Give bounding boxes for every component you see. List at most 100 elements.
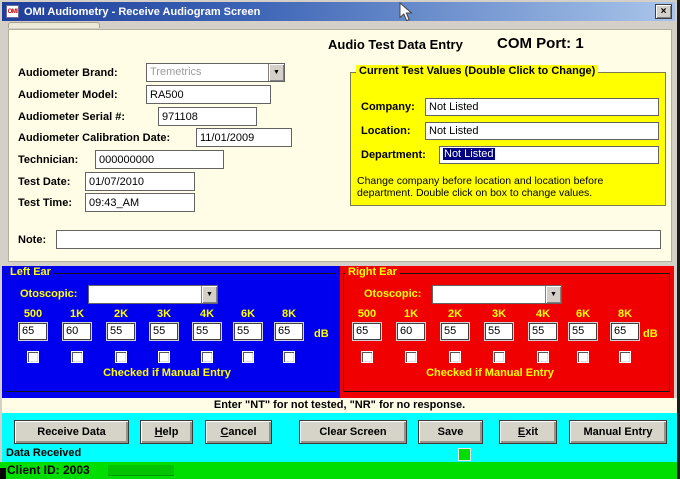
right-ear-threshold-input-8k[interactable]: 65 (610, 322, 640, 341)
app-window: OMI OMI Audiometry - Receive Audiogram S… (0, 0, 680, 479)
right-manual-entry-checkbox-1k[interactable] (405, 351, 417, 363)
department-label: Department: (361, 149, 426, 161)
left-freq-label-3k: 3K (149, 308, 179, 320)
cancel-button[interactable]: Cancel (205, 420, 272, 444)
chevron-down-icon: ▼ (545, 286, 561, 303)
left-ear-threshold-input-4k[interactable]: 55 (192, 322, 222, 341)
technician-label: Technician: (18, 154, 78, 166)
right-manual-entry-checkbox-6k[interactable] (577, 351, 589, 363)
left-manual-entry-checkbox-4k[interactable] (201, 351, 213, 363)
window-title: OMI Audiometry - Receive Audiogram Scree… (24, 6, 260, 18)
audiometer-model-input[interactable] (146, 85, 271, 104)
mouse-cursor-icon (399, 2, 413, 28)
close-icon: × (661, 6, 667, 17)
left-freq-label-6k: 6K (233, 308, 263, 320)
department-selected-text: Not Listed (443, 148, 495, 160)
right-ear-threshold-input-1k[interactable]: 60 (396, 322, 426, 341)
com-port-label: COM Port: 1 (497, 35, 584, 52)
help-button[interactable]: Help (140, 420, 193, 444)
left-ear-panel: Left Ear Otoscopic: ▼ 500 1K 2K 3K 4K 6K… (2, 266, 340, 398)
right-ear-threshold-input-500[interactable]: 65 (352, 322, 382, 341)
right-freq-label-2k: 2K (440, 308, 470, 320)
receive-data-button[interactable]: Receive Data (14, 420, 129, 444)
right-otoscopic-select[interactable]: ▼ (432, 285, 562, 304)
audiometer-brand-select[interactable]: Tremetrics ▼ (146, 63, 285, 82)
close-button[interactable]: × (655, 4, 672, 19)
right-freq-label-1k: 1K (396, 308, 426, 320)
left-freq-label-2k: 2K (106, 308, 136, 320)
company-input[interactable] (425, 98, 659, 116)
left-manual-entry-checkbox-6k[interactable] (242, 351, 254, 363)
left-freq-label-500: 500 (18, 308, 48, 320)
current-test-values-title: Current Test Values (Double Click to Cha… (356, 65, 598, 77)
left-otoscopic-label: Otoscopic: (20, 288, 77, 300)
right-freq-label-4k: 4K (528, 308, 558, 320)
left-manual-entry-checkbox-2k[interactable] (115, 351, 127, 363)
right-ear-threshold-input-6k[interactable]: 55 (568, 322, 598, 341)
test-time-input[interactable] (85, 193, 195, 212)
left-manual-entry-checkbox-500[interactable] (27, 351, 39, 363)
location-input[interactable] (425, 122, 659, 140)
left-ear-threshold-input-3k[interactable]: 55 (149, 322, 179, 341)
data-received-indicator (458, 448, 471, 461)
clear-screen-button[interactable]: Clear Screen (299, 420, 407, 444)
note-label: Note: (18, 234, 46, 246)
status-bar: Client ID: 2003 (0, 462, 677, 479)
test-date-input[interactable] (85, 172, 195, 191)
right-ear-threshold-input-4k[interactable]: 55 (528, 322, 558, 341)
right-ear-title: Right Ear (345, 266, 400, 278)
right-manual-entry-checkbox-3k[interactable] (493, 351, 505, 363)
right-freq-label-6k: 6K (568, 308, 598, 320)
calibration-date-label: Audiometer Calibration Date: (18, 132, 170, 144)
note-input[interactable] (56, 230, 661, 249)
right-freq-label-3k: 3K (484, 308, 514, 320)
exit-button[interactable]: Exit (499, 420, 557, 444)
client-name-redaction (108, 465, 174, 476)
right-ear-threshold-input-2k[interactable]: 55 (440, 322, 470, 341)
left-freq-label-8k: 8K (274, 308, 304, 320)
calibration-date-input[interactable] (196, 128, 292, 147)
left-ear-threshold-input-500[interactable]: 65 (18, 322, 48, 341)
left-otoscopic-select[interactable]: ▼ (88, 285, 218, 304)
location-label: Location: (361, 125, 411, 137)
chevron-down-icon: ▼ (268, 64, 284, 81)
left-ear-title: Left Ear (7, 266, 54, 278)
department-input[interactable]: Not Listed (439, 146, 659, 164)
footer-bar: Receive Data Help Cancel Clear Screen Sa… (2, 413, 677, 462)
save-button[interactable]: Save (418, 420, 483, 444)
client-id-label: Client ID: 2003 (7, 463, 90, 477)
right-manual-entry-checkbox-8k[interactable] (619, 351, 631, 363)
manual-entry-button[interactable]: Manual Entry (569, 420, 667, 444)
audiometer-model-label: Audiometer Model: (18, 89, 118, 101)
right-ear-threshold-input-3k[interactable]: 55 (484, 322, 514, 341)
right-manual-entry-checkbox-4k[interactable] (537, 351, 549, 363)
left-ear-threshold-input-2k[interactable]: 55 (106, 322, 136, 341)
left-manual-entry-checkbox-8k[interactable] (283, 351, 295, 363)
right-freq-label-8k: 8K (610, 308, 640, 320)
left-manual-entry-checkbox-3k[interactable] (158, 351, 170, 363)
left-manual-entry-checkbox-1k[interactable] (71, 351, 83, 363)
right-manual-entry-checkbox-2k[interactable] (449, 351, 461, 363)
left-ear-threshold-input-6k[interactable]: 55 (233, 322, 263, 341)
right-freq-label-500: 500 (352, 308, 382, 320)
left-freq-label-1k: 1K (62, 308, 92, 320)
left-ear-threshold-input-8k[interactable]: 65 (274, 322, 304, 341)
background-window-fragment (8, 22, 100, 28)
right-db-label: dB (643, 328, 658, 340)
change-order-hint: Change company before location and locat… (357, 175, 657, 199)
left-otoscopic-value (89, 286, 201, 303)
right-otoscopic-label: Otoscopic: (364, 288, 421, 300)
left-ear-threshold-input-1k[interactable]: 60 (62, 322, 92, 341)
chevron-down-icon: ▼ (201, 286, 217, 303)
window-bottom-left-edge (0, 468, 6, 479)
right-manual-entry-checkbox-500[interactable] (361, 351, 373, 363)
data-received-label: Data Received (6, 447, 81, 459)
technician-input[interactable] (95, 150, 224, 169)
audiometer-brand-label: Audiometer Brand: (18, 67, 118, 79)
company-label: Company: (361, 101, 415, 113)
left-freq-label-4k: 4K (192, 308, 222, 320)
left-manual-entry-caption: Checked if Manual Entry (57, 367, 277, 379)
nt-nr-instruction: Enter "NT" for not tested, "NR" for no r… (2, 398, 677, 413)
audiometer-serial-input[interactable] (158, 107, 257, 126)
page-title: Audio Test Data Entry (328, 37, 463, 52)
